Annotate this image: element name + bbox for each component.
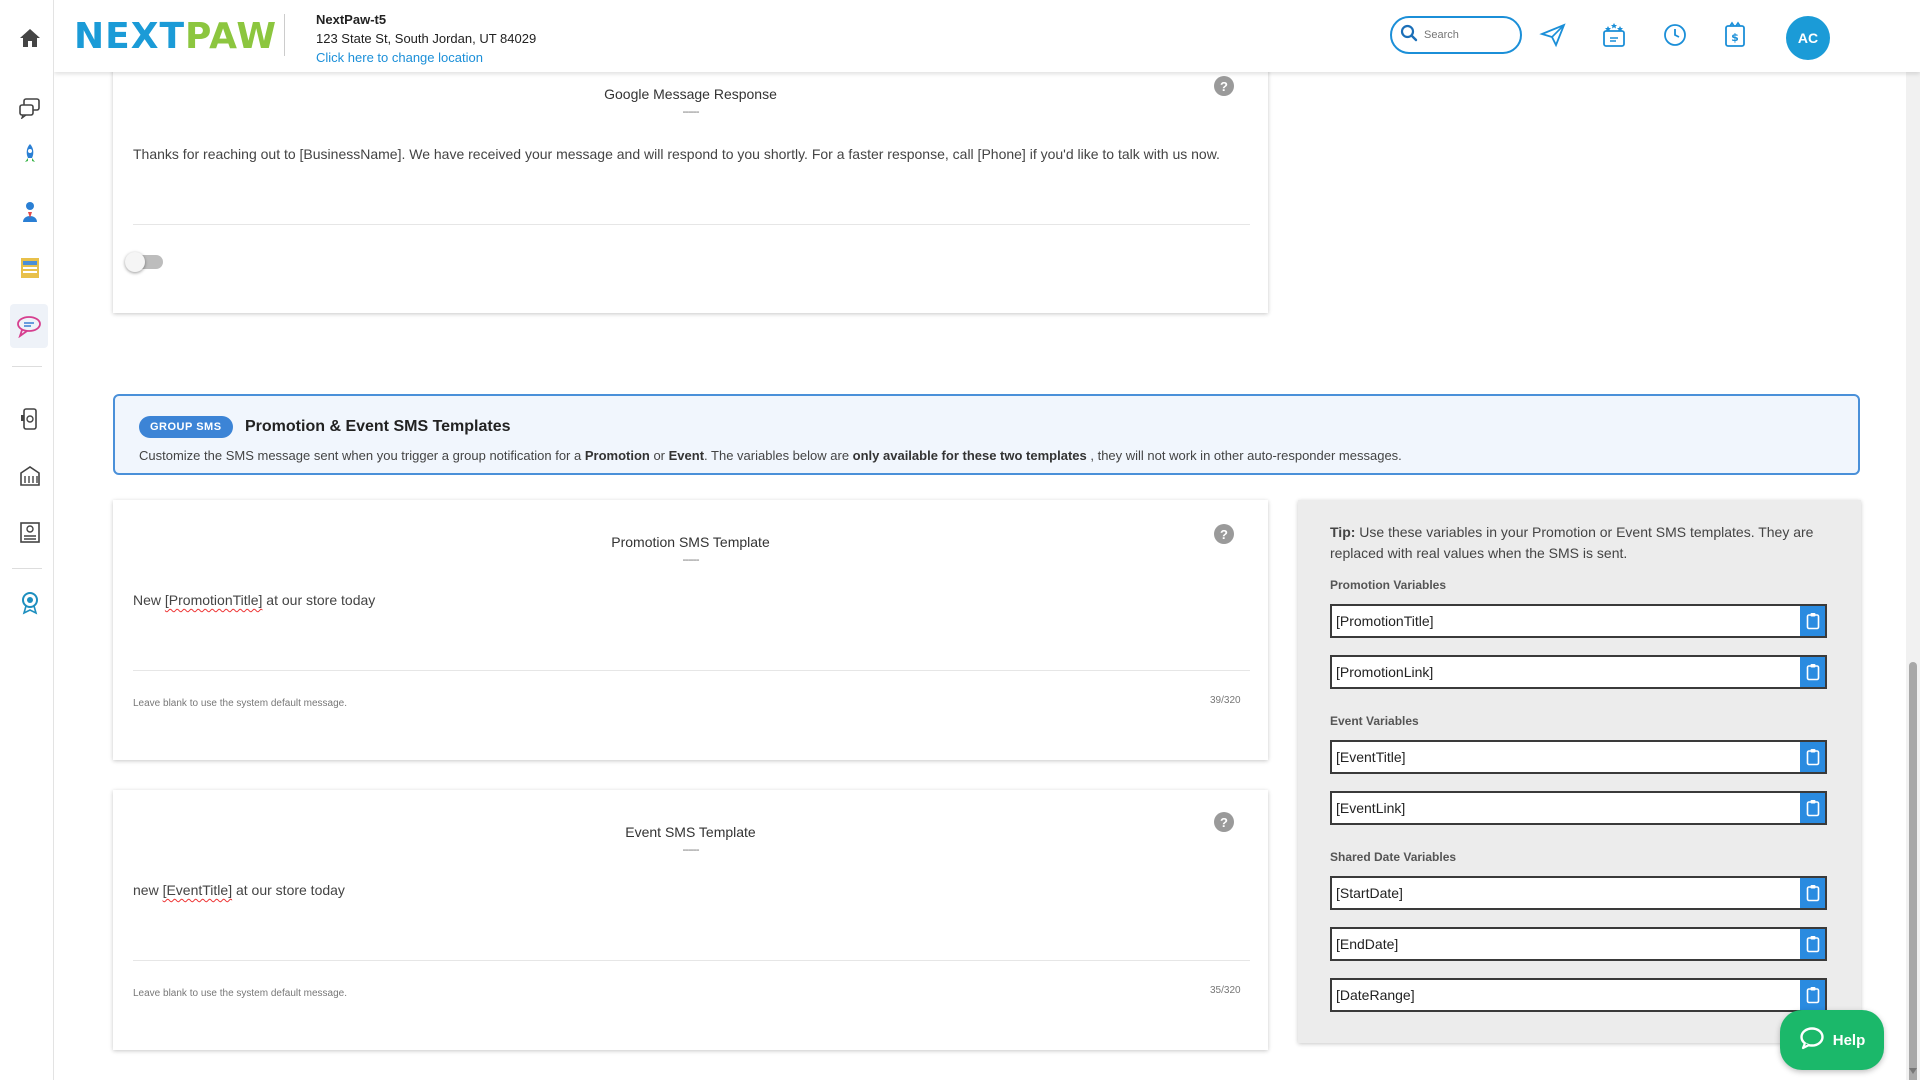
event-variables-label: Event Variables (1330, 714, 1419, 728)
char-counter: 35/320 (1210, 985, 1241, 996)
variable-field-event-link[interactable]: [EventLink] (1330, 791, 1827, 825)
person-icon[interactable] (12, 194, 48, 230)
reviews-icon[interactable] (1599, 20, 1629, 50)
enable-toggle[interactable] (125, 252, 163, 272)
home-icon[interactable] (12, 20, 48, 56)
group-sms-banner: GROUP SMS Promotion & Event SMS Template… (113, 394, 1860, 475)
change-location-link[interactable]: Click here to change location (316, 50, 536, 65)
banner-description: Customize the SMS message sent when you … (139, 448, 1402, 463)
variable-field-promotion-title[interactable]: [PromotionTitle] (1330, 604, 1827, 638)
promotion-variables-label: Promotion Variables (1330, 578, 1447, 592)
tip-text: Tip: Use these variables in your Promoti… (1330, 524, 1814, 561)
card-title: Promotion SMS Template (611, 534, 770, 550)
clipboard-icon[interactable] (1800, 657, 1825, 687)
help-icon[interactable]: ? (1214, 76, 1234, 96)
title-divider: ------ (682, 554, 700, 566)
phone-icon[interactable] (12, 401, 48, 437)
event-sms-card: Event SMS Template ------ ? new [EventTi… (113, 790, 1268, 1050)
search-icon (1400, 24, 1418, 47)
location-address: 123 State St, South Jordan, UT 84029 (316, 31, 537, 46)
textarea-underline (133, 224, 1250, 225)
top-bar: NEXT PAW NextPaw-t5 123 State St, South J… (54, 0, 1920, 72)
title-divider: ------ (682, 844, 700, 856)
variable-field-start-date[interactable]: [StartDate] (1330, 876, 1827, 910)
textarea-underline (133, 670, 1250, 671)
svg-text:$: $ (1731, 31, 1739, 44)
search-box[interactable] (1390, 16, 1522, 54)
clipboard-icon[interactable] (1800, 606, 1825, 636)
left-rail (0, 0, 54, 1080)
card-title: Google Message Response (604, 86, 777, 102)
help-icon[interactable]: ? (1214, 812, 1234, 832)
bank-icon[interactable] (12, 514, 48, 550)
group-sms-badge: GROUP SMS (139, 416, 233, 438)
avatar[interactable]: AC (1786, 16, 1830, 60)
clipboard-icon[interactable] (1800, 742, 1825, 772)
variable-field-event-title[interactable]: [EventTitle] (1330, 740, 1827, 774)
rocket-icon[interactable] (12, 136, 48, 172)
nextpaw-logo[interactable]: NEXT PAW (74, 16, 277, 57)
location-info: NextPaw-t5 123 State St, South Jordan, U… (316, 12, 536, 65)
title-divider: ------ (682, 106, 700, 118)
help-label: Help (1832, 1031, 1866, 1049)
message-bubbles-icon[interactable] (10, 304, 48, 348)
divider (284, 14, 285, 56)
variable-field-promotion-link[interactable]: [PromotionLink] (1330, 655, 1827, 689)
help-button[interactable]: Help (1780, 1010, 1884, 1070)
search-input[interactable] (1424, 29, 1504, 41)
clipboard-icon[interactable] (1800, 980, 1825, 1010)
variables-panel: Tip: Use these variables in your Promoti… (1298, 500, 1861, 1043)
date-variables-label: Shared Date Variables (1330, 850, 1457, 864)
promotion-sms-card: Promotion SMS Template ------ ? New [Pro… (113, 500, 1268, 760)
variable-field-end-date[interactable]: [EndDate] (1330, 927, 1827, 961)
clock-icon[interactable] (1660, 20, 1690, 50)
variable-field-date-range[interactable]: [DateRange] (1330, 978, 1827, 1012)
promotion-textarea[interactable]: New [PromotionTitle] at our store today (133, 592, 375, 608)
event-textarea[interactable]: new [EventTitle] at our store today (133, 882, 345, 898)
card-title: Event SMS Template (625, 824, 756, 840)
scroll-down-arrow[interactable] (1909, 1068, 1917, 1074)
message-textarea[interactable]: Thanks for reaching out to [BusinessName… (133, 146, 1243, 162)
google-message-card: Google Message Response ------ ? Thanks … (113, 60, 1268, 313)
chat-icon[interactable] (12, 90, 48, 126)
scroll-thumb[interactable] (1909, 662, 1917, 1080)
award-icon[interactable] (12, 585, 48, 621)
chat-bubble-icon (1799, 1026, 1825, 1054)
send-icon[interactable] (1538, 20, 1568, 50)
help-icon[interactable]: ? (1214, 524, 1234, 544)
clipboard-icon[interactable] (1800, 793, 1825, 823)
page-scrollbar[interactable] (1906, 72, 1920, 1080)
hint-text: Leave blank to use the system default me… (133, 698, 348, 709)
char-counter: 39/320 (1210, 695, 1241, 706)
billing-icon[interactable]: $ (1720, 20, 1750, 50)
textarea-underline (133, 960, 1250, 961)
hint-text: Leave blank to use the system default me… (133, 988, 348, 999)
clipboard-icon[interactable] (1800, 878, 1825, 908)
location-name: NextPaw-t5 (316, 12, 387, 27)
clipboard-icon[interactable] (1800, 929, 1825, 959)
banner-title: Promotion & Event SMS Templates (245, 418, 511, 435)
layout-icon[interactable] (12, 250, 48, 286)
building-icon[interactable] (12, 457, 48, 493)
